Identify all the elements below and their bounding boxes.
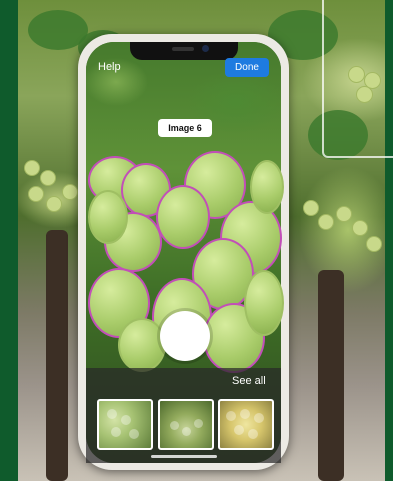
grapes-thumbnail-3[interactable] [218,399,274,450]
grape [28,186,44,202]
see-all-button[interactable]: See all [232,375,266,387]
speaker-grille [172,47,194,51]
vine-trunk [318,270,344,481]
grape [62,184,78,200]
focus-frame [322,0,393,158]
grapes-thumbnail-1[interactable] [97,399,153,450]
detected-grape [88,190,128,244]
image-count-label: Image 6 [158,119,212,137]
vine-trunk [46,230,68,481]
grape [46,196,62,212]
phone-notch [130,42,238,60]
front-camera [202,45,209,52]
grapes-thumbnail-2[interactable] [158,399,214,450]
grape [318,214,334,230]
grape [24,160,40,176]
detected-grape [118,318,166,372]
grape [366,236,382,252]
grape [303,200,319,216]
shutter-button[interactable] [160,311,210,361]
detected-grape [156,185,210,249]
detected-grape [244,270,284,336]
detected-grape [250,160,284,214]
grape [336,206,352,222]
home-indicator [151,455,217,458]
help-button[interactable]: Help [98,61,121,73]
grape [40,170,56,186]
grape [352,220,368,236]
done-button[interactable]: Done [225,58,269,77]
